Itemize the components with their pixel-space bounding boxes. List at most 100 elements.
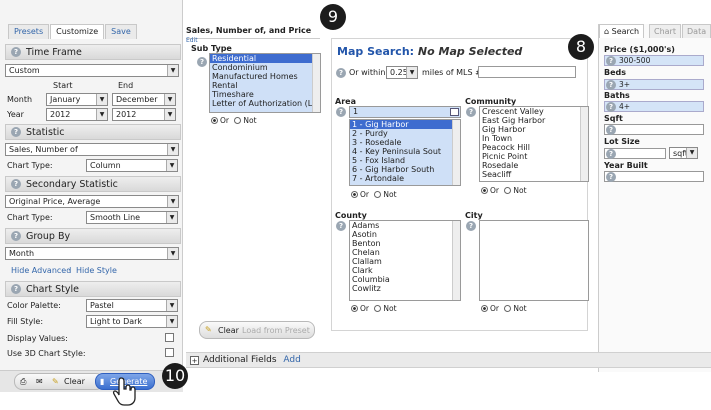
list-item[interactable]: In Town [480,134,588,143]
or-radio[interactable] [351,191,358,198]
list-item[interactable]: 2 - Purdy [350,129,460,138]
or-radio[interactable] [481,187,488,194]
help-icon[interactable]: ? [606,80,616,90]
help-icon[interactable]: ? [606,125,616,135]
help-icon[interactable]: ? [336,221,346,231]
start-year-select[interactable]: 2012 ▼ [46,108,108,121]
list-item[interactable]: Letter of Authorization (LC [210,99,320,108]
or-radio[interactable] [481,305,488,312]
secondary-chart-type-select[interactable]: Smooth Line ▼ [86,211,178,224]
community-listbox[interactable]: Crescent Valley East Gig Harbor Gig Harb… [479,106,589,182]
list-item[interactable]: Clallam [350,257,460,266]
list-item[interactable]: Adams [350,221,460,230]
area-listbox[interactable]: 1 - Gig Harbor 2 - Purdy 3 - Rosedale 4 … [349,119,461,186]
list-item[interactable]: Timeshare [210,90,320,99]
start-month-select[interactable]: January ▼ [46,93,108,106]
help-icon[interactable]: ? [11,47,21,57]
scrollbar[interactable] [452,221,460,300]
edit-link[interactable]: Edit [186,37,198,44]
list-item[interactable]: Picnic Point [480,152,588,161]
tab-data[interactable]: Data [682,24,711,38]
list-item[interactable]: Cowlitz [350,284,460,293]
list-item[interactable]: Seacliff [480,170,588,179]
section-statistic[interactable]: ? Statistic [5,124,181,140]
help-icon[interactable]: ? [466,221,476,231]
hide-advanced-link[interactable]: Hide Advanced [11,266,71,275]
list-icon[interactable] [450,108,459,116]
secondary-statistic-select[interactable]: Original Price, Average ▼ [5,195,179,208]
clear-button[interactable]: Clear [64,374,85,389]
baths-field[interactable]: ? 4+ [604,101,704,112]
tab-presets[interactable]: Presets [8,24,50,39]
subtype-listbox[interactable]: Residential Condominium Manufactured Hom… [209,53,321,113]
statistic-select[interactable]: Sales, Number of ▼ [5,143,179,156]
time-frame-select[interactable]: Custom ▼ [5,64,179,77]
list-item[interactable]: East Gig Harbor [480,116,588,125]
group-by-select[interactable]: Month ▼ [5,247,179,260]
list-item[interactable]: Columbia [350,275,460,284]
list-item[interactable]: Clark [350,266,460,275]
section-secondary-statistic[interactable]: ? Secondary Statistic [5,176,181,192]
area-value[interactable]: 1 [349,106,461,118]
section-group-by[interactable]: ? Group By [5,228,181,244]
beds-field[interactable]: ? 3+ [604,79,704,90]
tab-save[interactable]: Save [105,24,137,39]
list-item[interactable]: 7 - Artondale [350,174,460,183]
fill-style-select[interactable]: Light to Dark ▼ [86,315,178,328]
list-item[interactable]: Rental [210,81,320,90]
list-item[interactable]: Crescent Valley [480,107,588,116]
county-listbox[interactable]: Adams Asotin Benton Chelan Clallam Clark… [349,220,461,301]
sqft-field[interactable]: ? [604,124,704,135]
tab-customize[interactable]: Customize [50,24,105,39]
add-field-link[interactable]: Add [283,355,300,365]
scrollbar[interactable] [452,120,460,185]
list-item[interactable]: Condominium [210,63,320,72]
price-field[interactable]: ? 300-500 [604,55,704,66]
not-radio[interactable] [374,305,382,312]
list-item[interactable]: 3 - Rosedale [350,138,460,147]
city-listbox[interactable] [479,220,589,301]
section-chart-style[interactable]: ? Chart Style [5,281,181,297]
list-item[interactable]: Manufactured Homes [210,72,320,81]
use-3d-checkbox[interactable] [165,348,174,357]
help-icon[interactable]: ? [11,231,21,241]
help-icon[interactable]: ? [197,57,207,67]
not-radio[interactable] [504,305,512,312]
end-month-select[interactable]: December ▼ [112,93,176,106]
list-item[interactable]: 4 - Key Peninsula Sout [350,147,460,156]
not-radio[interactable] [374,191,382,198]
display-values-checkbox[interactable] [165,333,174,342]
section-time-frame[interactable]: ? Time Frame [5,44,181,60]
not-radio[interactable] [234,117,242,124]
list-item[interactable]: 5 - Fox Island [350,156,460,165]
help-icon[interactable]: ? [11,284,21,294]
expand-icon[interactable]: + [190,356,199,365]
miles-select[interactable]: 0.25 ▼ [386,66,418,79]
scrollbar[interactable] [580,107,588,181]
lot-size-field[interactable]: ? [604,148,666,159]
list-item[interactable]: Benton [350,239,460,248]
or-radio[interactable] [211,117,218,124]
list-item[interactable]: Rosedale [480,161,588,170]
tab-chart[interactable]: Chart [649,24,681,38]
end-year-select[interactable]: 2012 ▼ [112,108,176,121]
list-item[interactable]: Peacock Hill [480,143,588,152]
statistic-chart-type-select[interactable]: Column ▼ [86,159,178,172]
list-item[interactable]: Residential [210,54,320,63]
load-preset-button[interactable]: Load from Preset [242,323,310,338]
lot-unit-select[interactable]: sqft ▼ [669,147,698,159]
help-icon[interactable]: ? [466,107,476,117]
hide-style-link[interactable]: Hide Style [76,266,117,275]
list-item[interactable]: Chelan [350,248,460,257]
list-item[interactable]: 6 - Gig Harbor South [350,165,460,174]
help-icon[interactable]: ? [336,68,346,78]
help-icon[interactable]: ? [336,107,346,117]
year-built-field[interactable]: ? [604,171,704,182]
help-icon[interactable]: ? [606,102,616,112]
tab-search[interactable]: ⌂ Search [599,24,645,38]
or-radio[interactable] [351,305,358,312]
not-radio[interactable] [504,187,512,194]
help-icon[interactable]: ? [606,172,616,182]
list-item[interactable]: 1 - Gig Harbor [350,120,460,129]
help-icon[interactable]: ? [606,149,616,159]
